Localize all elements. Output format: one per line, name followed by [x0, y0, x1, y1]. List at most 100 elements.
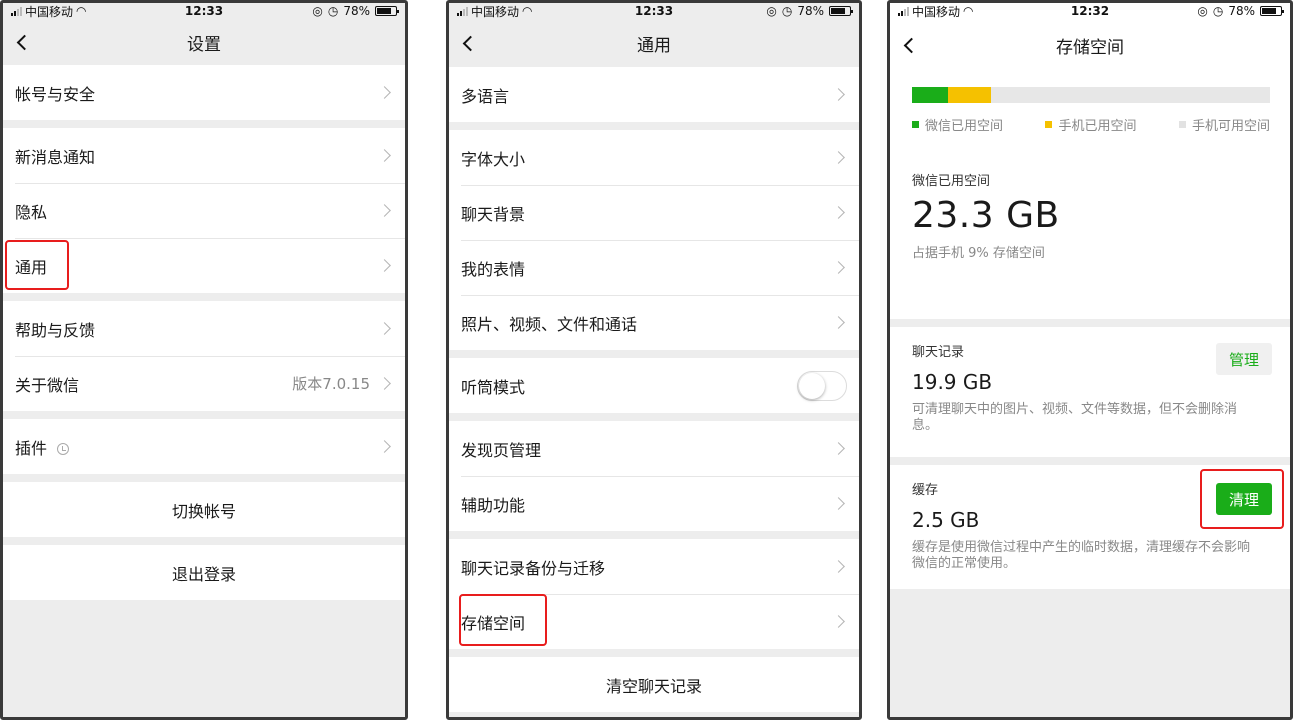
settings-group-help: 帮助与反馈 关于微信 版本7.0.15 — [3, 301, 405, 411]
battery-percent: 78% — [343, 4, 370, 18]
signal-icon — [898, 6, 909, 16]
chat-history-desc: 可清理聊天中的图片、视频、文件等数据，但不会删除消息。 — [912, 402, 1238, 433]
wifi-icon: ◠ — [76, 4, 87, 18]
general-item-font-size[interactable]: 字体大小 — [449, 130, 859, 185]
chevron-right-icon — [378, 86, 391, 99]
chevron-left-icon — [903, 37, 920, 53]
settings-group-main: 新消息通知 隐私 通用 — [3, 128, 405, 293]
carrier-label: 中国移动 — [912, 4, 961, 19]
general-item-language[interactable]: 多语言 — [449, 67, 859, 122]
settings-item-help-feedback[interactable]: 帮助与反馈 — [3, 301, 405, 356]
general-item-chat-background[interactable]: 聊天背景 — [449, 185, 859, 240]
general-item-stickers[interactable]: 我的表情 — [449, 240, 859, 295]
chevron-right-icon — [378, 322, 391, 335]
wechat-used-size: 23.3 GB — [912, 195, 1060, 236]
storage-screen: 中国移动 ◠ 12:32 ◎ ◷ 78% 存储空间 微信已用空间 手机已用空间 … — [887, 0, 1293, 720]
chevron-right-icon — [832, 151, 845, 164]
wechat-usage-segment — [912, 87, 948, 103]
status-bar: 中国移动 ◠ 12:32 ◎ ◷ 78% — [890, 3, 1290, 19]
cache-section: 缓存 2.5 GB 缓存是使用微信过程中产生的临时数据，清理缓存不会影响微信的正… — [890, 465, 1290, 589]
settings-group-logout: 退出登录 — [3, 545, 405, 600]
settings-screen: 中国移动 ◠ 12:33 ◎ ◷ 78% 设置 帐号与安全 新消息通知 隐私 通… — [0, 0, 408, 720]
settings-item-about[interactable]: 关于微信 版本7.0.15 — [3, 356, 405, 411]
storage-usage-bar — [912, 87, 1270, 103]
carrier-label: 中国移动 — [25, 4, 74, 19]
storage-summary: 微信已用空间 手机已用空间 手机可用空间 微信已用空间 23.3 GB 占据手机… — [890, 71, 1290, 319]
cache-desc: 缓存是使用微信过程中产生的临时数据，清理缓存不会影响微信的正常使用。 — [912, 540, 1251, 571]
general-item-discover-management[interactable]: 发现页管理 — [449, 421, 859, 476]
chevron-left-icon — [16, 34, 33, 50]
clear-chat-history-button[interactable]: 清空聊天记录 — [449, 657, 859, 712]
battery-icon — [829, 6, 853, 16]
chevron-right-icon — [378, 204, 391, 217]
general-item-media-calls[interactable]: 照片、视频、文件和通话 — [449, 295, 859, 350]
settings-item-general[interactable]: 通用 — [3, 238, 405, 293]
chevron-right-icon — [832, 206, 845, 219]
battery-percent: 78% — [1228, 4, 1255, 18]
rotation-lock-icon: ◎ — [312, 4, 323, 18]
page-title: 设置 — [187, 34, 221, 55]
nav-bar: 存储空间 — [890, 19, 1290, 71]
back-button[interactable] — [461, 31, 481, 55]
signal-icon — [11, 6, 22, 16]
legend-wechat: 微信已用空间 — [912, 115, 1003, 134]
general-group-storage: 聊天记录备份与迁移 存储空间 — [449, 539, 859, 649]
general-item-storage[interactable]: 存储空间 — [449, 594, 859, 649]
wechat-used-share: 占据手机 9% 存储空间 — [912, 246, 1045, 261]
legend-swatch — [1178, 121, 1186, 128]
carrier-label: 中国移动 — [471, 4, 520, 19]
general-group-display: 字体大小 聊天背景 我的表情 照片、视频、文件和通话 — [449, 130, 859, 350]
general-group-clear: 清空聊天记录 — [449, 657, 859, 712]
chevron-right-icon — [832, 88, 845, 101]
back-button[interactable] — [902, 33, 922, 57]
settings-item-plugins[interactable]: 插件 — [3, 419, 405, 474]
chevron-right-icon — [832, 615, 845, 628]
legend-swatch — [912, 121, 919, 128]
rotation-lock-icon: ◎ — [766, 4, 777, 18]
chevron-right-icon — [832, 497, 845, 510]
chevron-right-icon — [378, 440, 391, 453]
manage-button[interactable]: 管理 — [1216, 343, 1272, 375]
header-wrap: 中国移动 ◠ 12:32 ◎ ◷ 78% 存储空间 — [890, 3, 1290, 71]
general-screen: 中国移动 ◠ 12:33 ◎ ◷ 78% 通用 多语言 字体大小 聊天背景 我的… — [446, 0, 862, 720]
page-title: 存储空间 — [1056, 37, 1124, 58]
wifi-icon: ◠ — [963, 4, 974, 18]
general-item-chat-backup[interactable]: 聊天记录备份与迁移 — [449, 539, 859, 594]
version-value: 版本7.0.15 — [292, 375, 370, 393]
chat-history-section: 聊天记录 19.9 GB 可清理聊天中的图片、视频、文件等数据，但不会删除消息。… — [890, 327, 1290, 457]
settings-item-notifications[interactable]: 新消息通知 — [3, 128, 405, 183]
switch-account-button[interactable]: 切换帐号 — [3, 482, 405, 537]
status-bar: 中国移动 ◠ 12:33 ◎ ◷ 78% — [449, 3, 859, 19]
general-item-earpiece-mode: 听筒模式 — [449, 358, 859, 413]
alarm-icon: ◷ — [1212, 4, 1224, 18]
clean-cache-button[interactable]: 清理 — [1216, 483, 1272, 515]
settings-item-account-security[interactable]: 帐号与安全 — [3, 65, 405, 120]
general-item-accessibility[interactable]: 辅助功能 — [449, 476, 859, 531]
page-title: 通用 — [637, 35, 671, 56]
chevron-right-icon — [378, 259, 391, 272]
legend-phone: 手机已用空间 — [1045, 115, 1137, 134]
settings-group-switch: 切换帐号 — [3, 482, 405, 537]
settings-group-account: 帐号与安全 — [3, 65, 405, 120]
battery-icon — [1260, 6, 1284, 16]
battery-icon — [375, 6, 399, 16]
usage-legend: 微信已用空间 手机已用空间 手机可用空间 — [912, 115, 1270, 134]
wechat-used-label: 微信已用空间 — [912, 174, 991, 189]
plugin-icon — [57, 443, 70, 455]
rotation-lock-icon: ◎ — [1197, 4, 1208, 18]
signal-icon — [457, 6, 468, 16]
general-group-language: 多语言 — [449, 67, 859, 122]
back-button[interactable] — [15, 30, 35, 54]
settings-item-privacy[interactable]: 隐私 — [3, 183, 405, 238]
logout-button[interactable]: 退出登录 — [3, 545, 405, 600]
wifi-icon: ◠ — [522, 4, 533, 18]
earpiece-mode-toggle[interactable] — [797, 370, 847, 401]
phone-usage-segment — [947, 87, 991, 103]
chevron-right-icon — [832, 261, 845, 274]
battery-percent: 78% — [797, 4, 824, 18]
nav-bar: 设置 — [3, 19, 405, 65]
general-group-earpiece: 听筒模式 — [449, 358, 859, 413]
chevron-right-icon — [378, 377, 391, 390]
settings-group-plugins: 插件 — [3, 419, 405, 474]
chevron-right-icon — [832, 442, 845, 455]
